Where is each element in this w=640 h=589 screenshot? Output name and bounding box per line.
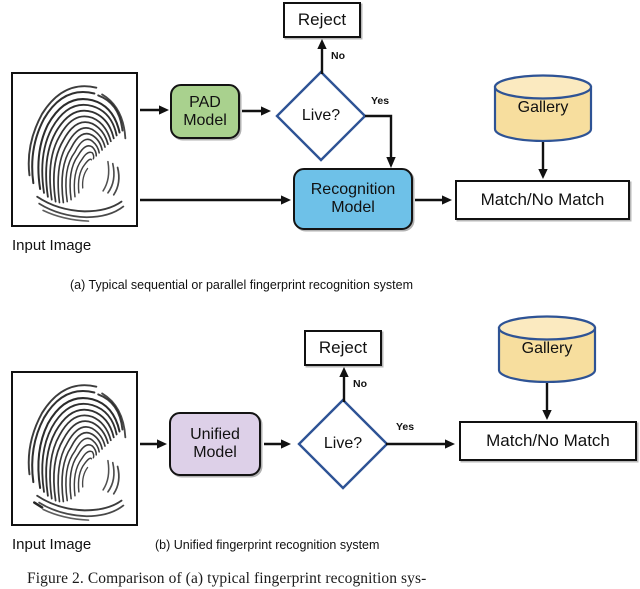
panel-a-arrow-recognition-to-result [415, 194, 453, 206]
panel-a-input-fingerprint-image [11, 72, 138, 227]
unified-model-line-2: Model [193, 444, 237, 461]
panel-a-arrow-input-to-recognition [140, 194, 292, 206]
panel-b-reject-box: Reject [304, 330, 382, 366]
panel-b-arrow-no-to-reject [337, 366, 351, 402]
panel-a-arrow-no-to-reject [315, 38, 329, 74]
panel-a-reject-box: Reject [283, 2, 361, 38]
panel-b-sub-caption: (b) Unified fingerprint recognition syst… [155, 538, 380, 552]
recognition-model-line-2: Model [331, 199, 375, 216]
panel-b-arrow-yes-to-result [386, 438, 456, 450]
panel-b-unified-model-box: Unified Model [169, 412, 261, 476]
pad-model-line-1: PAD [189, 93, 221, 111]
panel-a-arrow-pad-to-decision [242, 105, 272, 117]
panel-a-arrow-yes-to-recognition [365, 108, 399, 170]
recognition-model-line-1: Recognition [310, 181, 396, 199]
panel-b-edge-label-yes: Yes [396, 421, 415, 433]
panel-a-live-decision-diamond: Live? [275, 70, 367, 162]
unified-model-line-1: Unified [190, 426, 240, 444]
panel-b-input-fingerprint-image [11, 371, 138, 526]
panel-a-edge-label-yes: Yes [371, 95, 390, 107]
panel-a-result-box: Match/No Match [455, 180, 630, 220]
pad-model-line-2: Model [183, 111, 227, 129]
panel-a-input-image-label: Input Image [12, 237, 92, 254]
panel-a-recognition-model-box: Recognition Model [293, 168, 413, 230]
panel-b-result-box: Match/No Match [459, 421, 637, 461]
figure-caption: Figure 2. Comparison of (a) typical fing… [27, 570, 427, 587]
panel-b-gallery-cylinder: Gallery [497, 315, 597, 383]
panel-a-gallery-cylinder: Gallery [493, 74, 593, 142]
panel-a-pad-model-box: PAD Model [170, 84, 240, 139]
panel-b-arrow-input-to-unified [140, 438, 168, 450]
panel-a-edge-label-no: No [331, 50, 345, 62]
panel-a-arrow-gallery-to-result [536, 142, 550, 180]
panel-a-arrow-input-to-pad [140, 104, 170, 116]
panel-b-input-image-label: Input Image [12, 536, 92, 553]
panel-b-arrow-unified-to-decision [264, 438, 292, 450]
panel-b-arrow-gallery-to-result [540, 383, 554, 421]
figure-2-diagram: Input Image PAD Model Live? No Reject Ye… [0, 0, 640, 589]
panel-a-sub-caption: (a) Typical sequential or parallel finge… [70, 278, 413, 292]
panel-b-edge-label-no: No [353, 378, 367, 390]
panel-b-live-decision-diamond: Live? [297, 398, 389, 490]
